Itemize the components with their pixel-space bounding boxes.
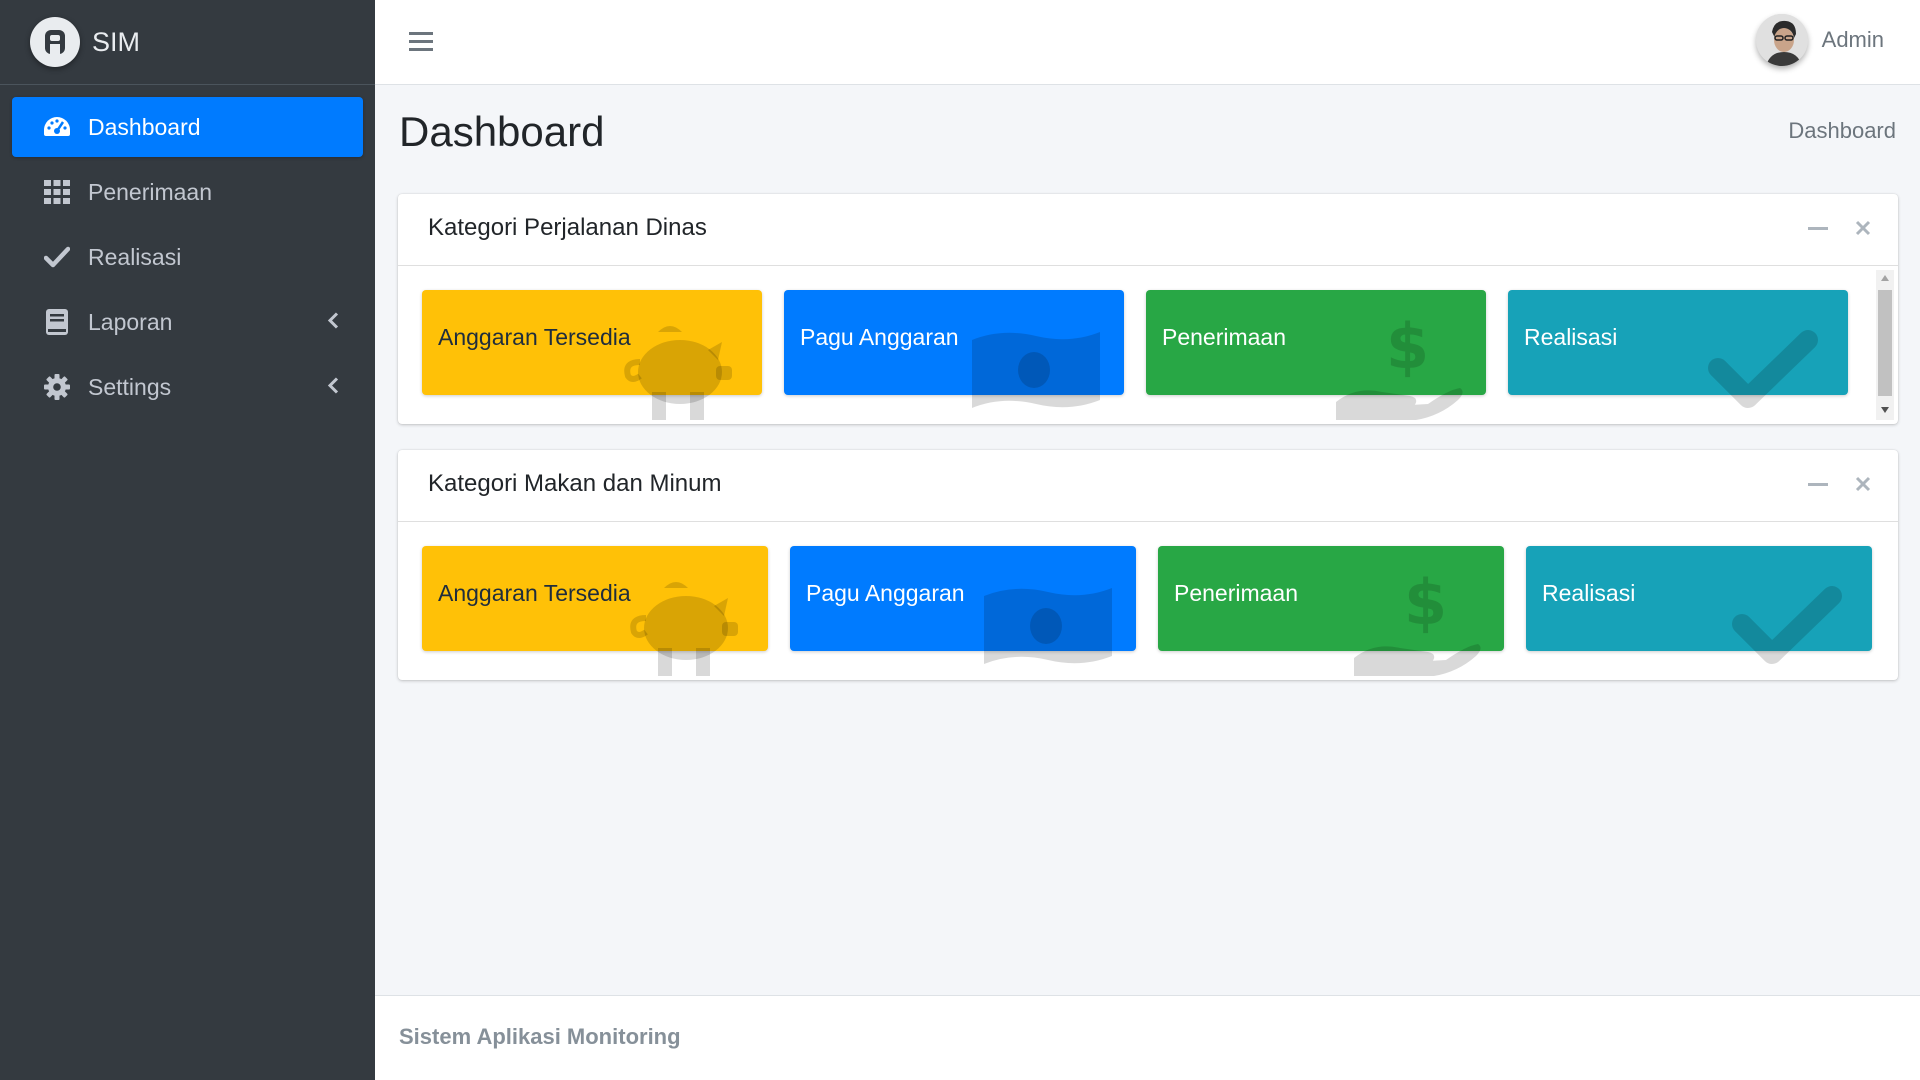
tachometer-icon [42,112,72,142]
info-box-pagu-anggaran[interactable]: Pagu Anggaran [784,290,1124,408]
card-tools [1808,218,1872,243]
info-box-realisasi[interactable]: Realisasi [1508,290,1848,408]
sidebar-item-label: Settings [88,373,172,400]
sidebar-item-settings[interactable]: Settings [12,357,363,417]
scroll-up-icon[interactable] [1880,274,1890,282]
card-perjalanan-dinas: Kategori Perjalanan Dinas Anggaran Terse… [398,194,1898,424]
sidebar-item-label: Realisasi [88,243,182,270]
piggy-bank-icon [624,326,732,420]
chevron-left-icon [327,309,339,336]
info-box-penerimaan[interactable]: Penerimaan $ [1146,290,1486,420]
sidebar-item-label: Dashboard [88,113,201,140]
chevron-left-icon [327,374,339,401]
info-box-label: Anggaran Tersedia [438,324,631,350]
sidebar-item-label: Penerimaan [88,178,213,205]
close-button[interactable] [1854,219,1872,242]
info-box-label: Anggaran Tersedia [438,580,631,606]
sidebar: SIM Dashboard Penerimaan Realisasi Lapor… [0,0,375,1080]
card-tools [1808,474,1872,499]
info-box-label: Realisasi [1524,324,1618,350]
card-header: Kategori Makan dan Minum [398,450,1898,522]
hamburger-menu-icon[interactable] [409,30,433,57]
card-header: Kategori Perjalanan Dinas [398,194,1898,266]
grid-icon [42,177,72,207]
card-title: Kategori Makan dan Minum [428,470,722,497]
card-makan-dan-minum: Kategori Makan dan Minum Anggaran Tersed… [398,450,1898,680]
svg-text:$: $ [1404,568,1447,639]
info-box-anggaran-tersedia[interactable]: Anggaran Tersedia [422,290,762,420]
scroll-down-icon[interactable] [1880,406,1890,414]
money-bill-icon [972,332,1100,408]
sidebar-nav: Dashboard Penerimaan Realisasi Laporan S… [0,85,375,434]
brand-logo-icon [30,17,80,67]
card-title: Kategori Perjalanan Dinas [428,214,707,241]
sidebar-item-penerimaan[interactable]: Penerimaan [12,162,363,222]
footer-text: Sistem Aplikasi Monitoring [399,1024,681,1049]
avatar [1755,14,1808,66]
check-icon [42,242,72,272]
user-menu[interactable]: Admin [1755,14,1884,66]
scrollbar-thumb[interactable] [1878,290,1892,396]
info-box-penerimaan[interactable]: Penerimaan $ [1158,546,1504,676]
check-icon [1732,586,1842,664]
book-icon [42,307,72,337]
collapse-button[interactable] [1808,218,1828,243]
top-navbar: Admin [375,0,1920,85]
card-body: Anggaran Tersedia Pagu Anggaran Penerima… [398,522,1898,680]
info-box-label: Pagu Anggaran [800,324,959,350]
sidebar-item-laporan[interactable]: Laporan [12,292,363,352]
card-body: Anggaran Tersedia Pagu Anggaran Penerima… [398,266,1898,424]
info-box-label: Penerimaan [1174,580,1299,606]
hand-holding-dollar-icon: $ [1336,312,1463,420]
sidebar-item-dashboard[interactable]: Dashboard [12,97,363,157]
check-icon [1708,330,1818,408]
user-name: Admin [1821,27,1884,52]
brand-name: SIM [92,26,141,57]
info-box-label: Penerimaan [1162,324,1287,350]
info-box-pagu-anggaran[interactable]: Pagu Anggaran [790,546,1136,664]
info-box-label: Pagu Anggaran [806,580,965,606]
piggy-bank-icon [630,582,738,676]
brand-link[interactable]: SIM [0,0,375,85]
sidebar-item-realisasi[interactable]: Realisasi [12,227,363,287]
hand-holding-dollar-icon: $ [1354,568,1481,676]
svg-text:$: $ [1386,312,1429,383]
money-bill-icon [984,588,1112,664]
scrollbar[interactable] [1876,270,1894,420]
page-title: Dashboard [399,108,605,155]
sidebar-item-label: Laporan [88,308,173,335]
info-box-label: Realisasi [1542,580,1636,606]
close-button[interactable] [1854,475,1872,498]
collapse-button[interactable] [1808,474,1828,499]
footer: Sistem Aplikasi Monitoring [375,995,1920,1080]
breadcrumb[interactable]: Dashboard [1788,118,1896,144]
info-box-anggaran-tersedia[interactable]: Anggaran Tersedia [422,546,768,676]
info-box-realisasi[interactable]: Realisasi [1526,546,1872,664]
gear-icon [42,372,72,402]
